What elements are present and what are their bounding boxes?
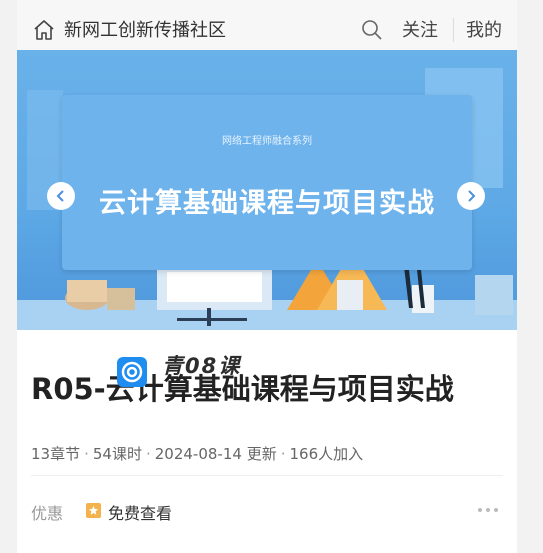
lessons-count: 54课时 xyxy=(92,445,142,463)
follow-button[interactable]: 关注 xyxy=(402,16,438,42)
watermark-logo xyxy=(117,357,147,387)
search-icon[interactable] xyxy=(361,19,383,41)
watermark-text: 青08课 xyxy=(162,354,242,378)
nav-divider xyxy=(453,18,454,42)
chapters-count: 13章节 xyxy=(31,445,81,463)
course-meta: 13章节 · 54课时 · 2024-08-14 更新 · 166人加入 xyxy=(31,443,363,464)
top-bar: 新网工创新传播社区 关注 我的 xyxy=(17,0,517,50)
arrow-left-icon[interactable] xyxy=(47,182,75,210)
offer-label: 优惠 xyxy=(31,504,64,523)
updated-date: 2024-08-14 更新 xyxy=(154,445,277,463)
meta-separator: · xyxy=(84,445,89,463)
course-banner[interactable]: 网络工程师融合系列 云计算基础课程与项目实战 xyxy=(17,50,517,330)
banner-title: 云计算基础课程与项目实战 xyxy=(99,188,435,219)
star-badge-icon xyxy=(86,503,101,518)
site-title[interactable]: 新网工创新传播社区 xyxy=(64,16,226,42)
mine-button[interactable]: 我的 xyxy=(466,16,502,42)
free-view-button[interactable]: 免费查看 xyxy=(108,500,172,524)
meta-separator: · xyxy=(280,445,286,463)
arrow-right-icon[interactable] xyxy=(457,182,485,210)
meta-separator: · xyxy=(145,445,151,463)
more-icon[interactable] xyxy=(476,502,500,518)
course-title: R05-云计算基础课程与项目实战 xyxy=(31,372,454,406)
banner-subtitle: 网络工程师融合系列 xyxy=(222,136,312,147)
joined-count: 166人加入 xyxy=(289,445,364,463)
page: 新网工创新传播社区 关注 我的 网络工程师融合系列 云计算基础课程与项目实战 R… xyxy=(0,0,543,553)
banner-card: 网络工程师融合系列 云计算基础课程与项目实战 xyxy=(62,95,472,270)
section-divider xyxy=(31,475,503,476)
home-icon[interactable] xyxy=(32,18,56,42)
